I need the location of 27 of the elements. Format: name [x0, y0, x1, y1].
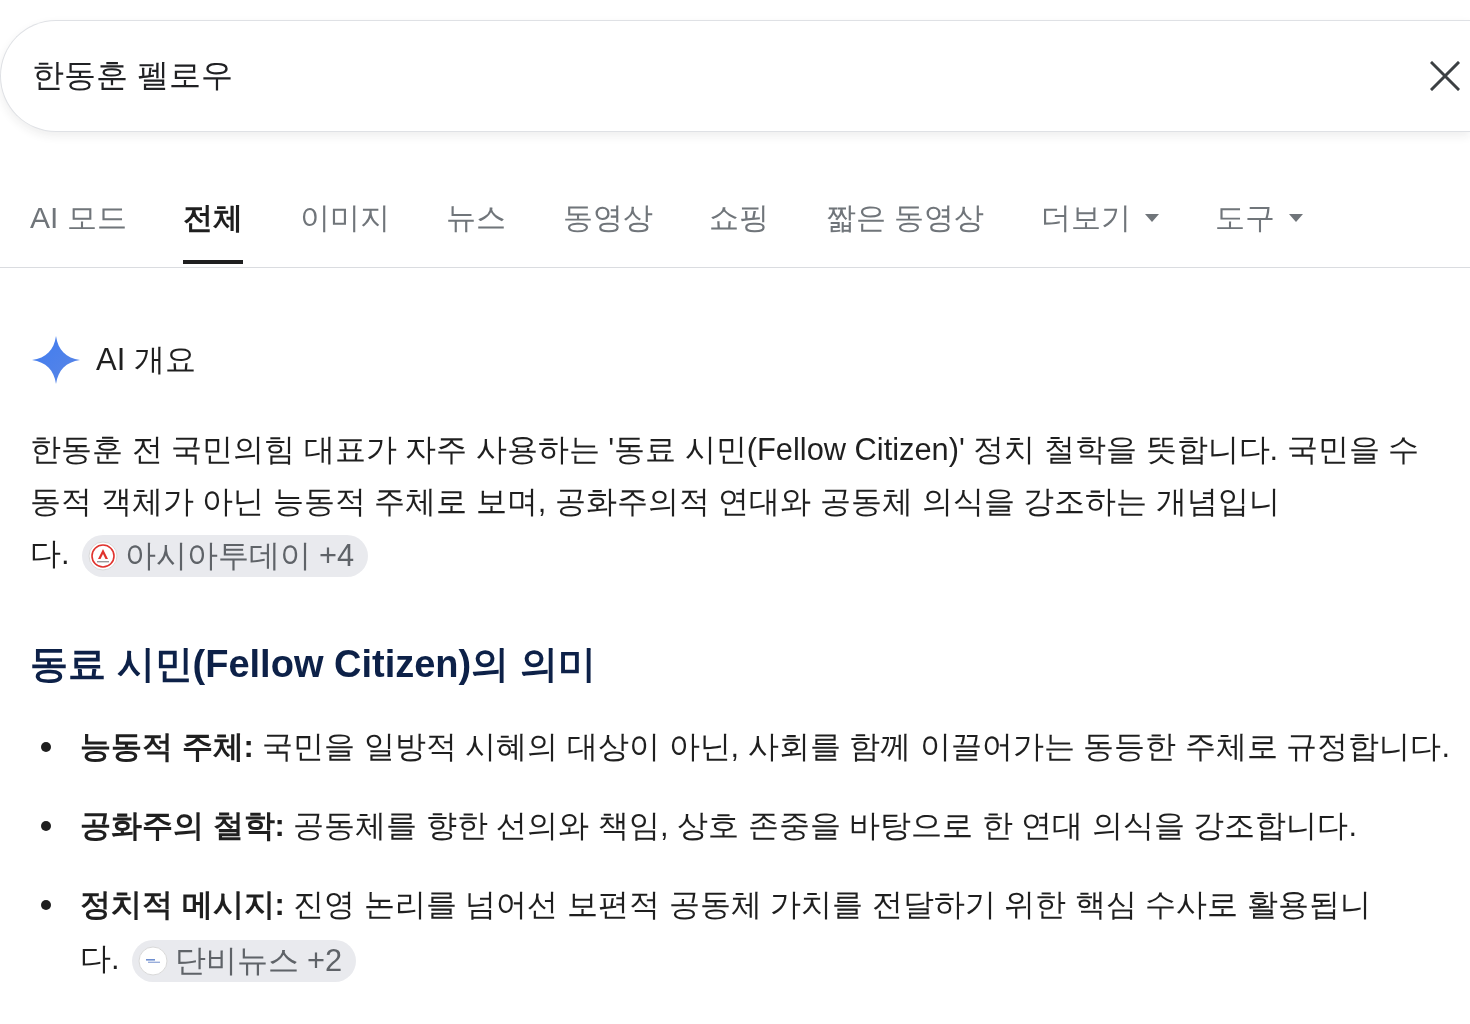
logo-icon [87, 540, 118, 571]
bullet-text: 정치적 메시지: 진영 논리를 넘어선 보편적 공동체 가치를 전달하기 위한 핵심 수사로 활용됩니다. 단비뉴스 +2 [80, 878, 1460, 986]
close-icon[interactable] [1430, 61, 1460, 91]
tab[interactable]: 뉴스 [446, 198, 507, 267]
overview-text: 한동훈 전 국민의힘 대표가 자주 사용하는 '동료 시민(Fellow Citizen)' 정치 철학을 뜻합니다. 국민을 수동적 객체가 아닌 능동적 주체로 보며, 공화주의적 연대와 공동체 의식을 강조하는 개념입니다. 아시아투데이 +4 [30, 424, 1440, 580]
bullet-icon [41, 742, 51, 752]
tab[interactable]: 동영상 [562, 198, 653, 267]
tab[interactable]: 이미지 [299, 198, 390, 267]
caret-icon [1289, 214, 1304, 222]
bullet-text: 능동적 주체: 국민을 일방적 시혜의 대상이 아닌, 사회를 함께 이끌어가는 동등한 주체로 규정합니다. [80, 728, 1452, 766]
logo-icon [137, 945, 168, 976]
bullet-text: 공화주의 철학: 공동체를 향한 선의와 책임, 상호 존중을 바탕으로 한 연대 의식을 강조합니다. [80, 807, 1359, 845]
search-field[interactable]: 한동훈 펠로우 [0, 20, 1470, 132]
source-chip[interactable]: 단비뉴스 +2 [131, 939, 357, 982]
sparkle-icon [32, 336, 80, 384]
section-title: AI 개요 [96, 341, 196, 379]
tab[interactable]: 쇼핑 [709, 198, 770, 267]
tab[interactable]: 도구 [1215, 198, 1304, 267]
tab[interactable]: AI 모드 [30, 198, 127, 267]
bullet-icon [41, 900, 51, 910]
bullet-icon [41, 821, 51, 831]
source-chip[interactable]: 아시아투데이 +4 [81, 534, 369, 577]
tab[interactable]: 더보기 [1040, 198, 1159, 267]
heading: 동료 시민(Fellow Citizen)의 의미 [30, 642, 597, 687]
caret-icon [1144, 214, 1159, 222]
tab[interactable]: 짧은 동영상 [825, 198, 985, 267]
tab[interactable]: 전체 [183, 198, 244, 267]
